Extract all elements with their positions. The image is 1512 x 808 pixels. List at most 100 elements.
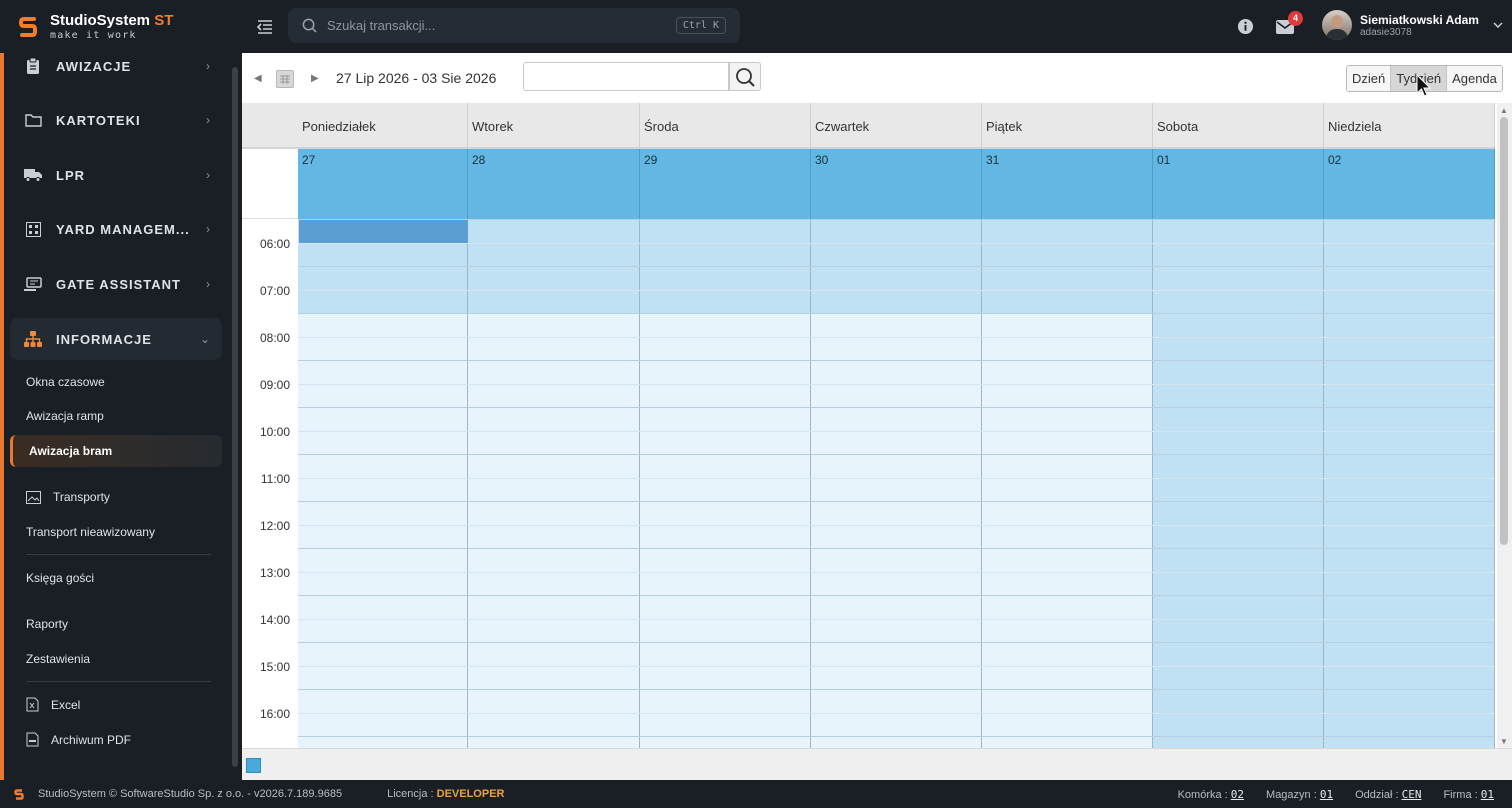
brand[interactable]: StudioSystem ST make it work [0,0,242,53]
calendar-scrollbar-thumb[interactable] [1500,117,1508,545]
top-bar: StudioSystem ST make it work Szukaj tran… [0,0,1512,53]
slot-gridline [298,407,1495,408]
day-column[interactable] [982,219,1153,748]
sidebar-group-yard-management[interactable]: YARD MANAGEM... › [10,208,222,250]
brand-suffix: ST [154,11,174,29]
day-column[interactable] [468,219,640,748]
firma-info[interactable]: Firma : 01 [1443,788,1494,801]
search-input[interactable]: Szukaj transakcji... [327,18,676,33]
day-date-cell[interactable]: 28 [468,149,640,219]
calendar-footer [242,748,1512,780]
day-date-cell[interactable]: 27 [298,149,468,219]
day-date-cell[interactable]: 01 [1153,149,1324,219]
sidebar-group-lpr[interactable]: LPR › [10,154,222,196]
date-range: 27 Lip 2026 - 03 Sie 2026 [336,70,497,86]
info-button[interactable] [1230,12,1260,42]
hour-label: 07:00 [259,284,290,298]
chevron-right-icon: › [206,113,210,127]
view-agenda-button[interactable]: Agenda [1447,66,1502,91]
sidebar-divider [26,554,211,555]
sidebar-scrollbar[interactable] [232,67,238,767]
day-header[interactable]: Czwartek [811,103,982,149]
slot-gridline [298,665,1495,667]
slot-gridline [298,618,1495,620]
day-column[interactable] [811,219,982,748]
calendar-picker-button[interactable] [276,70,294,88]
slot-gridline [298,736,1495,737]
time-column: 06:00 07:00 08:00 09:00 10:00 11:00 12:00 13:00… [242,219,298,748]
scroll-down-icon[interactable]: ▼ [1500,737,1508,746]
sidebar-group-gate-assistant[interactable]: GATE ASSISTANT › [10,263,222,305]
day-header[interactable]: Środa [640,103,811,149]
gate-icon [24,275,42,293]
komorka-info[interactable]: Komórka : 02 [1178,788,1244,801]
day-header[interactable]: Poniedziałek [298,103,468,149]
slot-gridline [298,430,1495,432]
chevron-right-icon: › [206,168,210,182]
sidebar-item-label: Transporty [53,490,110,504]
menu-collapse-icon [257,19,272,34]
selected-time-slot[interactable] [299,219,468,243]
slot-gridline [298,313,1495,314]
slot-gridline [298,454,1495,455]
slot-gridline [298,712,1495,714]
calendar-icon [280,75,290,84]
slot-gridline [298,689,1495,690]
slot-gridline [298,477,1495,479]
slot-gridline [298,383,1495,385]
calendar-corner [242,103,298,149]
global-search[interactable]: Szukaj transakcji... Ctrl K [288,8,740,43]
hour-label: 06:00 [259,237,290,251]
sidebar-item-awizacja-bram[interactable]: Awizacja bram [10,435,222,467]
day-column[interactable] [640,219,811,748]
mouse-cursor-icon [1416,74,1432,97]
hour-label: 14:00 [259,613,290,627]
sidebar-item-archiwum-pdf[interactable]: Archiwum PDF [26,732,131,747]
magazyn-info[interactable]: Magazyn : 01 [1266,788,1333,801]
next-week-button[interactable]: ▶ [311,73,319,84]
sidebar-item-transporty[interactable]: Transporty [26,490,110,504]
sidebar-group-label: KARTOTEKI [56,112,141,128]
calendar-search-button[interactable] [729,62,761,91]
weekend-day-column[interactable] [1324,219,1495,748]
slot-gridline [298,548,1495,549]
firma-label: Firma : [1443,788,1478,801]
komorka-label: Komórka : [1177,788,1228,801]
day-header[interactable]: Sobota [1153,103,1324,149]
day-header[interactable]: Wtorek [468,103,640,149]
sidebar-group-informacje[interactable]: INFORMACJE ⌄ [10,318,222,360]
view-day-button[interactable]: Dzień [1347,66,1392,91]
slot-gridline [298,289,1495,291]
sidebar-item-awizacja-ramp[interactable]: Awizacja ramp [26,409,104,423]
user-name: Siemiatkowski Adam [1360,12,1479,27]
sidebar-item-okna-czasowe[interactable]: Okna czasowe [26,375,105,389]
truck-icon [24,166,42,184]
slot-gridline [298,501,1495,502]
notifications-badge: 4 [1288,10,1303,26]
day-date-cell[interactable]: 29 [640,149,811,219]
oddzial-info[interactable]: Oddział : CEN [1355,788,1421,801]
scroll-up-icon[interactable]: ▲ [1500,106,1508,115]
slot-gridline [298,571,1495,573]
sidebar-item-ksiega-gosci[interactable]: Księga gości [26,571,94,585]
day-column[interactable] [298,219,468,748]
messages-button[interactable]: 4 [1270,10,1303,42]
day-date-cell[interactable]: 02 [1324,149,1495,219]
day-date-cell[interactable]: 30 [811,149,982,219]
sidebar-item-raporty[interactable]: Raporty [26,617,68,631]
day-date-cell[interactable]: 31 [982,149,1153,219]
sidebar-item-transport-nieawizowany[interactable]: Transport nieawizowany [26,525,155,539]
sidebar-item-excel[interactable]: Excel [26,697,80,712]
weekend-day-column[interactable] [1153,219,1324,748]
oddzial-value: CEN [1401,787,1422,801]
prev-week-button[interactable]: ◀ [254,73,262,84]
magazyn-value: 01 [1319,787,1334,801]
day-header[interactable]: Piątek [982,103,1153,149]
sidebar-group-kartoteki[interactable]: KARTOTEKI › [10,99,222,141]
day-header[interactable]: Niedziela [1324,103,1495,149]
menu-collapse-button[interactable] [242,19,288,34]
sidebar-group-awizacje[interactable]: AWIZACJE › [10,53,222,87]
user-menu[interactable]: Siemiatkowski Adam adasie3078 [1322,10,1503,40]
calendar-search-input[interactable] [523,62,729,91]
sidebar-item-zestawienia[interactable]: Zestawienia [26,652,90,666]
